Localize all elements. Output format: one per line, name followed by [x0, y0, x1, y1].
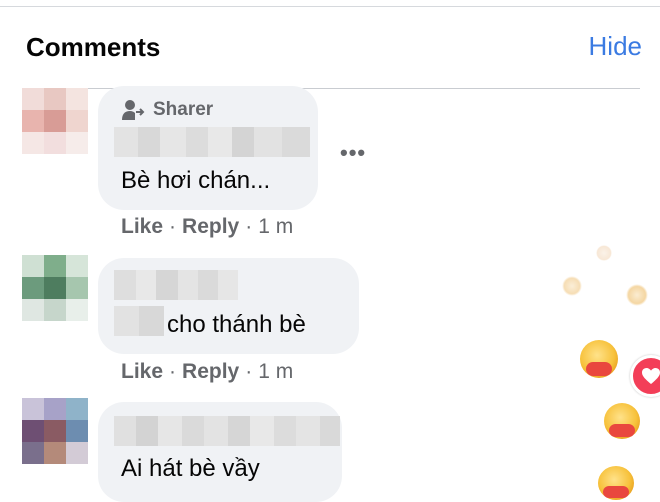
care-emoji-icon [598, 466, 634, 500]
care-emoji-icon [596, 245, 612, 261]
care-emoji-icon [604, 403, 640, 439]
reply-button[interactable]: Reply [182, 215, 239, 239]
avatar[interactable] [22, 255, 88, 321]
care-emoji-icon [580, 340, 618, 378]
timestamp[interactable]: 1 m [258, 360, 293, 384]
comment-actions: Like · Reply · 1 m [121, 215, 293, 239]
timestamp[interactable]: 1 m [258, 215, 293, 239]
separator: · [245, 215, 253, 238]
comments-header: Comments Hide [0, 8, 660, 86]
separator: · [169, 215, 177, 238]
ellipsis-icon[interactable]: ••• [340, 140, 366, 166]
sharer-label: Sharer [153, 99, 214, 120]
comment-text: cho thánh bè [167, 311, 306, 338]
heart-shape [642, 368, 660, 384]
avatar[interactable] [22, 88, 88, 154]
comment-text: Ai hát bè vầy [121, 455, 260, 482]
like-button[interactable]: Like [121, 215, 163, 239]
blurred-author-name [114, 127, 310, 157]
comments-title: Comments [26, 32, 161, 62]
comment-actions: Like · Reply · 1 m [121, 360, 293, 384]
top-border [0, 6, 660, 7]
blurred-author-name [114, 270, 238, 300]
sharer-badge: Sharer [121, 99, 213, 121]
comment-text: Bè hơi chán... [121, 167, 271, 194]
blurred-author-name [114, 416, 340, 446]
care-emoji-icon [626, 284, 648, 306]
like-button[interactable]: Like [121, 360, 163, 384]
reply-button[interactable]: Reply [182, 360, 239, 384]
blurred-author-name [114, 306, 164, 336]
avatar[interactable] [22, 398, 88, 464]
hide-comments-button[interactable]: Hide [589, 31, 642, 62]
separator: · [245, 360, 253, 383]
person-share-icon [122, 100, 145, 120]
care-emoji-icon [562, 276, 582, 296]
heart-icon [630, 355, 660, 397]
separator: · [169, 360, 177, 383]
